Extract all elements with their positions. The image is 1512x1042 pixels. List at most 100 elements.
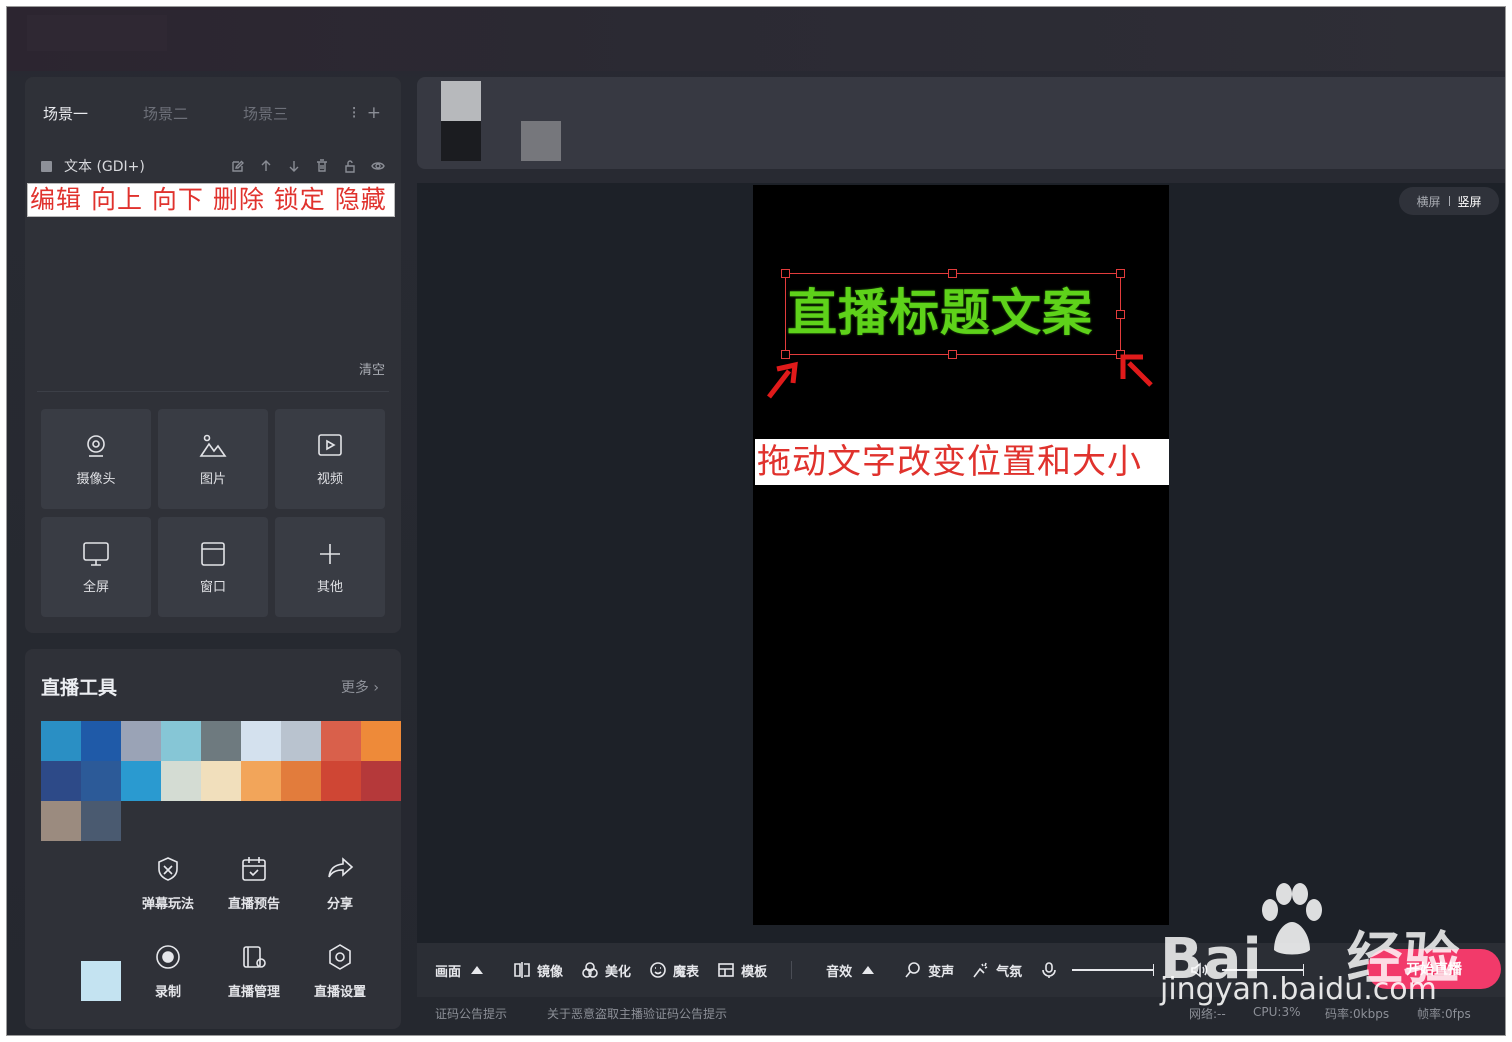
microphone-control[interactable] bbox=[1040, 961, 1155, 979]
eye-icon[interactable] bbox=[371, 159, 385, 173]
add-other-button[interactable]: 其他 bbox=[275, 517, 385, 617]
edit-icon[interactable] bbox=[231, 159, 245, 173]
more-tools-link[interactable]: 更多 › bbox=[341, 677, 379, 697]
tile-label: 图片 bbox=[199, 471, 226, 487]
template-label: 模板 bbox=[741, 964, 768, 980]
voice-change-icon bbox=[905, 962, 920, 978]
shield-icon bbox=[158, 856, 178, 881]
move-up-icon[interactable] bbox=[259, 159, 273, 173]
live-manage-button[interactable]: 直播管理 bbox=[211, 927, 297, 1015]
calendar-icon bbox=[242, 856, 266, 881]
bitrate-status: 码率:0kbps bbox=[1325, 1007, 1390, 1021]
video-icon bbox=[318, 433, 342, 456]
live-studio-window: 场景一 场景二 场景三 ⁝ + 文本 (GDI+) 编辑 向上 向下 删除 锁定… bbox=[6, 6, 1506, 1036]
share-icon bbox=[328, 856, 354, 877]
live-preview-button[interactable]: 直播预告 bbox=[211, 839, 297, 927]
red-arrow-left bbox=[767, 361, 798, 399]
blurred-info bbox=[521, 121, 561, 161]
lock-icon[interactable] bbox=[343, 159, 357, 173]
record-button[interactable]: 录制 bbox=[125, 927, 211, 1015]
notice-link-1[interactable]: 证码公告提示 bbox=[435, 1005, 507, 1022]
danmaku-play-button[interactable]: 弹幕玩法 bbox=[125, 839, 211, 927]
resize-handle-t[interactable] bbox=[948, 269, 957, 278]
more-scenes-icon[interactable]: ⁝ bbox=[351, 103, 356, 123]
tile-label: 视频 bbox=[316, 471, 343, 487]
resize-handle-b[interactable] bbox=[948, 350, 957, 359]
add-fullscreen-button[interactable]: 全屏 bbox=[41, 517, 151, 617]
emoji-label: 魔表 bbox=[673, 964, 700, 980]
scene-tab-actions: ⁝ + bbox=[351, 103, 381, 123]
orientation-separator bbox=[1448, 196, 1450, 206]
scenes-panel: 场景一 场景二 场景三 ⁝ + 文本 (GDI+) 编辑 向上 向下 删除 锁定… bbox=[25, 77, 401, 633]
live-settings-button[interactable]: 直播设置 bbox=[297, 927, 383, 1015]
tile-label: 窗口 bbox=[199, 579, 226, 595]
fps-status: 帧率:0fps bbox=[1417, 1007, 1471, 1021]
account-strip bbox=[417, 77, 1505, 169]
atmosphere-icon bbox=[973, 962, 988, 978]
beauty-button[interactable]: 美化 bbox=[581, 961, 631, 980]
pixelated-block bbox=[81, 961, 121, 1001]
tools-title: 直播工具 bbox=[41, 677, 118, 699]
speaker-volume-slider[interactable] bbox=[1222, 964, 1305, 976]
resize-handle-r[interactable] bbox=[1116, 310, 1125, 319]
emoji-effects-button[interactable]: 魔表 bbox=[649, 961, 699, 980]
more-label: 更多 bbox=[340, 680, 369, 696]
live-tools-panel: 直播工具 更多 › 弹幕玩法 直播预告 分享 录制 直播管理 直播设置 bbox=[25, 649, 401, 1029]
notice-link-2[interactable]: 关于恶意盗取主播验证码公告提示 bbox=[547, 1005, 727, 1022]
tab-scene-3[interactable]: 场景三 bbox=[243, 103, 343, 124]
start-live-button[interactable]: 开始直播 bbox=[1367, 949, 1501, 989]
tool-label: 直播设置 bbox=[313, 984, 366, 1000]
monitor-icon bbox=[83, 541, 109, 566]
add-video-button[interactable]: 视频 bbox=[275, 409, 385, 509]
microphone-volume-slider[interactable] bbox=[1072, 964, 1155, 976]
tool-label: 弹幕玩法 bbox=[141, 896, 194, 912]
add-scene-icon[interactable]: + bbox=[367, 103, 381, 123]
red-arrow-right bbox=[1120, 354, 1153, 387]
drag-hint-annotation: 拖动文字改变位置和大小 bbox=[755, 439, 1169, 485]
voice-change-label: 变声 bbox=[928, 964, 955, 980]
caret-up-icon bbox=[471, 966, 484, 974]
delete-icon[interactable] bbox=[315, 159, 329, 173]
add-camera-button[interactable]: 摄像头 bbox=[41, 409, 151, 509]
caret-up-icon bbox=[862, 966, 875, 974]
source-name: 文本 (GDI+) bbox=[64, 159, 145, 175]
tab-scene-1[interactable]: 场景一 bbox=[43, 103, 143, 124]
network-status: 网络:-- bbox=[1189, 1007, 1226, 1021]
resize-handle-tr[interactable] bbox=[1116, 269, 1125, 278]
add-image-button[interactable]: 图片 bbox=[158, 409, 268, 509]
resize-handle-bl[interactable] bbox=[781, 350, 790, 359]
selection-box[interactable] bbox=[781, 269, 1125, 359]
speaker-control[interactable] bbox=[1190, 961, 1305, 979]
microphone-icon bbox=[1042, 962, 1056, 978]
move-down-icon[interactable] bbox=[287, 159, 301, 173]
cpu-status: CPU:3% bbox=[1253, 1005, 1301, 1019]
landscape-option[interactable]: 横屏 bbox=[1416, 193, 1440, 210]
clear-button[interactable]: 清空 bbox=[359, 359, 385, 378]
atmosphere-button[interactable]: 气氛 bbox=[972, 961, 1022, 980]
camera-icon bbox=[87, 434, 105, 457]
picture-label: 画面 bbox=[435, 964, 462, 980]
resize-handle-tl[interactable] bbox=[781, 269, 790, 278]
chevron-right-icon: › bbox=[373, 680, 379, 696]
share-button[interactable]: 分享 bbox=[297, 839, 383, 927]
portrait-option[interactable]: 竖屏 bbox=[1458, 193, 1482, 210]
blurred-avatar-lower bbox=[441, 121, 481, 161]
pixelated-tools-area bbox=[41, 721, 401, 841]
mirror-button[interactable]: 镜像 bbox=[513, 961, 563, 980]
template-button[interactable]: 模板 bbox=[717, 961, 767, 980]
speaker-icon bbox=[1191, 962, 1208, 978]
source-item[interactable]: 文本 (GDI+) bbox=[41, 155, 385, 177]
plus-icon bbox=[320, 543, 340, 564]
voice-change-button[interactable]: 变声 bbox=[904, 961, 954, 980]
image-icon bbox=[199, 434, 227, 457]
tool-label: 直播管理 bbox=[227, 984, 280, 1000]
stream-canvas[interactable]: 直播标题文案 拖动文字改变位置和大小 bbox=[753, 185, 1169, 925]
picture-menu[interactable]: 画面 bbox=[435, 961, 484, 980]
add-window-button[interactable]: 窗口 bbox=[158, 517, 268, 617]
blurred-title-area bbox=[27, 15, 167, 51]
audio-effects-menu[interactable]: 音效 bbox=[826, 961, 875, 980]
tile-label: 其他 bbox=[316, 579, 343, 595]
tab-scene-2[interactable]: 场景二 bbox=[143, 103, 243, 124]
tile-label: 全屏 bbox=[82, 579, 109, 595]
toolbar-separator bbox=[791, 961, 793, 979]
